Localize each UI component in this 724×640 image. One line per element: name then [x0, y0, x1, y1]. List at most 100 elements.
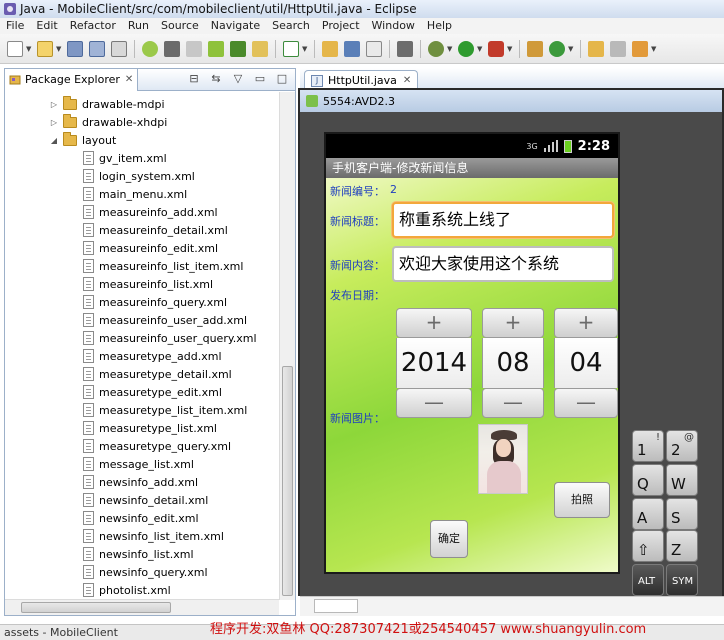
tree-item-file[interactable]: measuretype_detail.xml	[83, 365, 232, 383]
tree-item-file[interactable]: photolist.xml	[83, 581, 171, 599]
year-increment-button[interactable]: +	[396, 308, 472, 338]
link-with-editor-icon[interactable]: ⇆	[209, 72, 223, 86]
month-increment-button[interactable]: +	[482, 308, 544, 338]
lint-icon[interactable]	[186, 40, 202, 57]
tree-item-file[interactable]: measureinfo_user_add.xml	[83, 311, 247, 329]
tree-item-file[interactable]: measuretype_query.xml	[83, 437, 231, 455]
menu-window[interactable]: Window	[366, 18, 421, 34]
key-shift[interactable]: ⇧	[632, 530, 664, 562]
tree-item-file[interactable]: measureinfo_detail.xml	[83, 221, 228, 239]
news-title-input[interactable]: 称重系统上线了	[392, 202, 614, 238]
tree-item-file[interactable]: newsinfo_detail.xml	[83, 491, 208, 509]
tree-item-file[interactable]: measureinfo_list_item.xml	[83, 257, 243, 275]
tree-item-file[interactable]: measureinfo_user_query.xml	[83, 329, 257, 347]
new-wizard-icon[interactable]	[37, 40, 53, 57]
maximize-icon[interactable]: □	[275, 72, 289, 86]
java-jar-icon[interactable]	[344, 40, 360, 57]
key-q[interactable]: Q	[632, 464, 664, 496]
scrollbar-thumb[interactable]	[282, 366, 293, 596]
tree-item-file[interactable]: measureinfo_query.xml	[83, 293, 227, 311]
new-java-package-icon[interactable]	[527, 40, 543, 57]
key-2[interactable]: @2	[666, 430, 698, 462]
run-icon[interactable]	[458, 40, 474, 57]
key-sym[interactable]: SYM	[666, 564, 698, 596]
avd-manager-icon[interactable]	[164, 40, 180, 57]
key-s[interactable]: S	[666, 498, 698, 530]
android-sdk-icon[interactable]	[142, 40, 158, 57]
scrollbar-thumb[interactable]	[21, 602, 171, 613]
tree-item-drawable-xhdpi[interactable]: ▷ drawable-xhdpi	[49, 113, 167, 131]
view-menu-icon[interactable]: ▽	[231, 72, 245, 86]
horizontal-scrollbar[interactable]	[5, 599, 279, 615]
tree-item-file[interactable]: gv_item.xml	[83, 149, 167, 167]
menu-help[interactable]: Help	[421, 18, 458, 34]
android-project-icon[interactable]	[208, 40, 224, 57]
news-photo[interactable]	[478, 424, 528, 494]
day-decrement-button[interactable]: —	[554, 388, 618, 418]
day-value[interactable]: 04	[554, 338, 618, 388]
save-icon[interactable]	[67, 40, 83, 57]
chevron-down-icon[interactable]: ▼	[302, 45, 308, 53]
year-decrement-button[interactable]: —	[396, 388, 472, 418]
confirm-button[interactable]: 确定	[430, 520, 468, 558]
menu-project[interactable]: Project	[316, 18, 366, 34]
tree-item-file[interactable]: message_list.xml	[83, 455, 194, 473]
month-value[interactable]: 08	[482, 338, 544, 388]
debug-icon[interactable]	[428, 40, 444, 57]
checkbox-icon[interactable]	[283, 40, 299, 57]
save-all-icon[interactable]	[89, 40, 105, 57]
tree-item-file[interactable]: measureinfo_add.xml	[83, 203, 218, 221]
tab-package-explorer[interactable]: Package Explorer ✕	[5, 68, 139, 91]
key-a[interactable]: A	[632, 498, 664, 530]
chevron-down-icon[interactable]: ▼	[507, 45, 513, 53]
open-folder-icon[interactable]	[588, 40, 604, 57]
expand-arrow-icon[interactable]: ▷	[49, 118, 59, 127]
tree-item-file[interactable]: newsinfo_list.xml	[83, 545, 194, 563]
wrench-icon[interactable]	[610, 40, 626, 57]
android-test-icon[interactable]	[230, 40, 246, 57]
tree-item-file[interactable]: login_system.xml	[83, 167, 195, 185]
print-icon[interactable]	[111, 40, 127, 57]
tree-item-file[interactable]: newsinfo_list_item.xml	[83, 527, 224, 545]
tree-item-drawable-mdpi[interactable]: ▷ drawable-mdpi	[49, 95, 165, 113]
tree-item-file[interactable]: newsinfo_query.xml	[83, 563, 208, 581]
tree-item-layout[interactable]: ◢ layout	[49, 131, 116, 149]
menu-file[interactable]: File	[0, 18, 30, 34]
key-w[interactable]: W	[666, 464, 698, 496]
chevron-down-icon[interactable]: ▼	[26, 45, 32, 53]
tree-item-file[interactable]: measureinfo_list.xml	[83, 275, 213, 293]
open-resource-icon[interactable]	[366, 40, 382, 57]
news-content-input[interactable]: 欢迎大家使用这个系统	[392, 246, 614, 282]
key-z[interactable]: Z	[666, 530, 698, 562]
collapse-arrow-icon[interactable]: ◢	[49, 136, 59, 145]
chevron-down-icon[interactable]: ▼	[568, 45, 574, 53]
android-xml-icon[interactable]	[252, 40, 268, 57]
chevron-down-icon[interactable]: ▼	[447, 45, 453, 53]
year-value[interactable]: 2014	[396, 338, 472, 388]
open-type-icon[interactable]	[322, 40, 338, 57]
bottom-panel-tab[interactable]	[314, 599, 358, 613]
day-increment-button[interactable]: +	[554, 308, 618, 338]
pencil-icon[interactable]	[632, 40, 648, 57]
minimize-icon[interactable]: ▭	[253, 72, 267, 86]
tab-httputil-java[interactable]: J HttpUtil.java ✕	[304, 70, 419, 90]
take-photo-button[interactable]: 拍照	[554, 482, 610, 518]
close-icon[interactable]: ✕	[125, 74, 133, 85]
tree-item-file[interactable]: newsinfo_add.xml	[83, 473, 198, 491]
collapse-all-icon[interactable]: ⊟	[187, 72, 201, 86]
menu-edit[interactable]: Edit	[30, 18, 63, 34]
new-java-class-icon[interactable]	[549, 40, 565, 57]
menu-run[interactable]: Run	[122, 18, 155, 34]
tree-item-file[interactable]: newsinfo_edit.xml	[83, 509, 199, 527]
key-alt[interactable]: ALT	[632, 564, 664, 596]
chevron-down-icon[interactable]: ▼	[477, 45, 483, 53]
expand-arrow-icon[interactable]: ▷	[49, 100, 59, 109]
tree-item-file[interactable]: main_menu.xml	[83, 185, 187, 203]
close-icon[interactable]: ✕	[403, 75, 411, 86]
menu-navigate[interactable]: Navigate	[205, 18, 266, 34]
tree-item-file[interactable]: measuretype_list_item.xml	[83, 401, 247, 419]
key-1[interactable]: ! 1	[632, 430, 664, 462]
chevron-down-icon[interactable]: ▼	[56, 45, 62, 53]
tree-item-file[interactable]: measureinfo_edit.xml	[83, 239, 218, 257]
new-icon[interactable]	[7, 40, 23, 57]
